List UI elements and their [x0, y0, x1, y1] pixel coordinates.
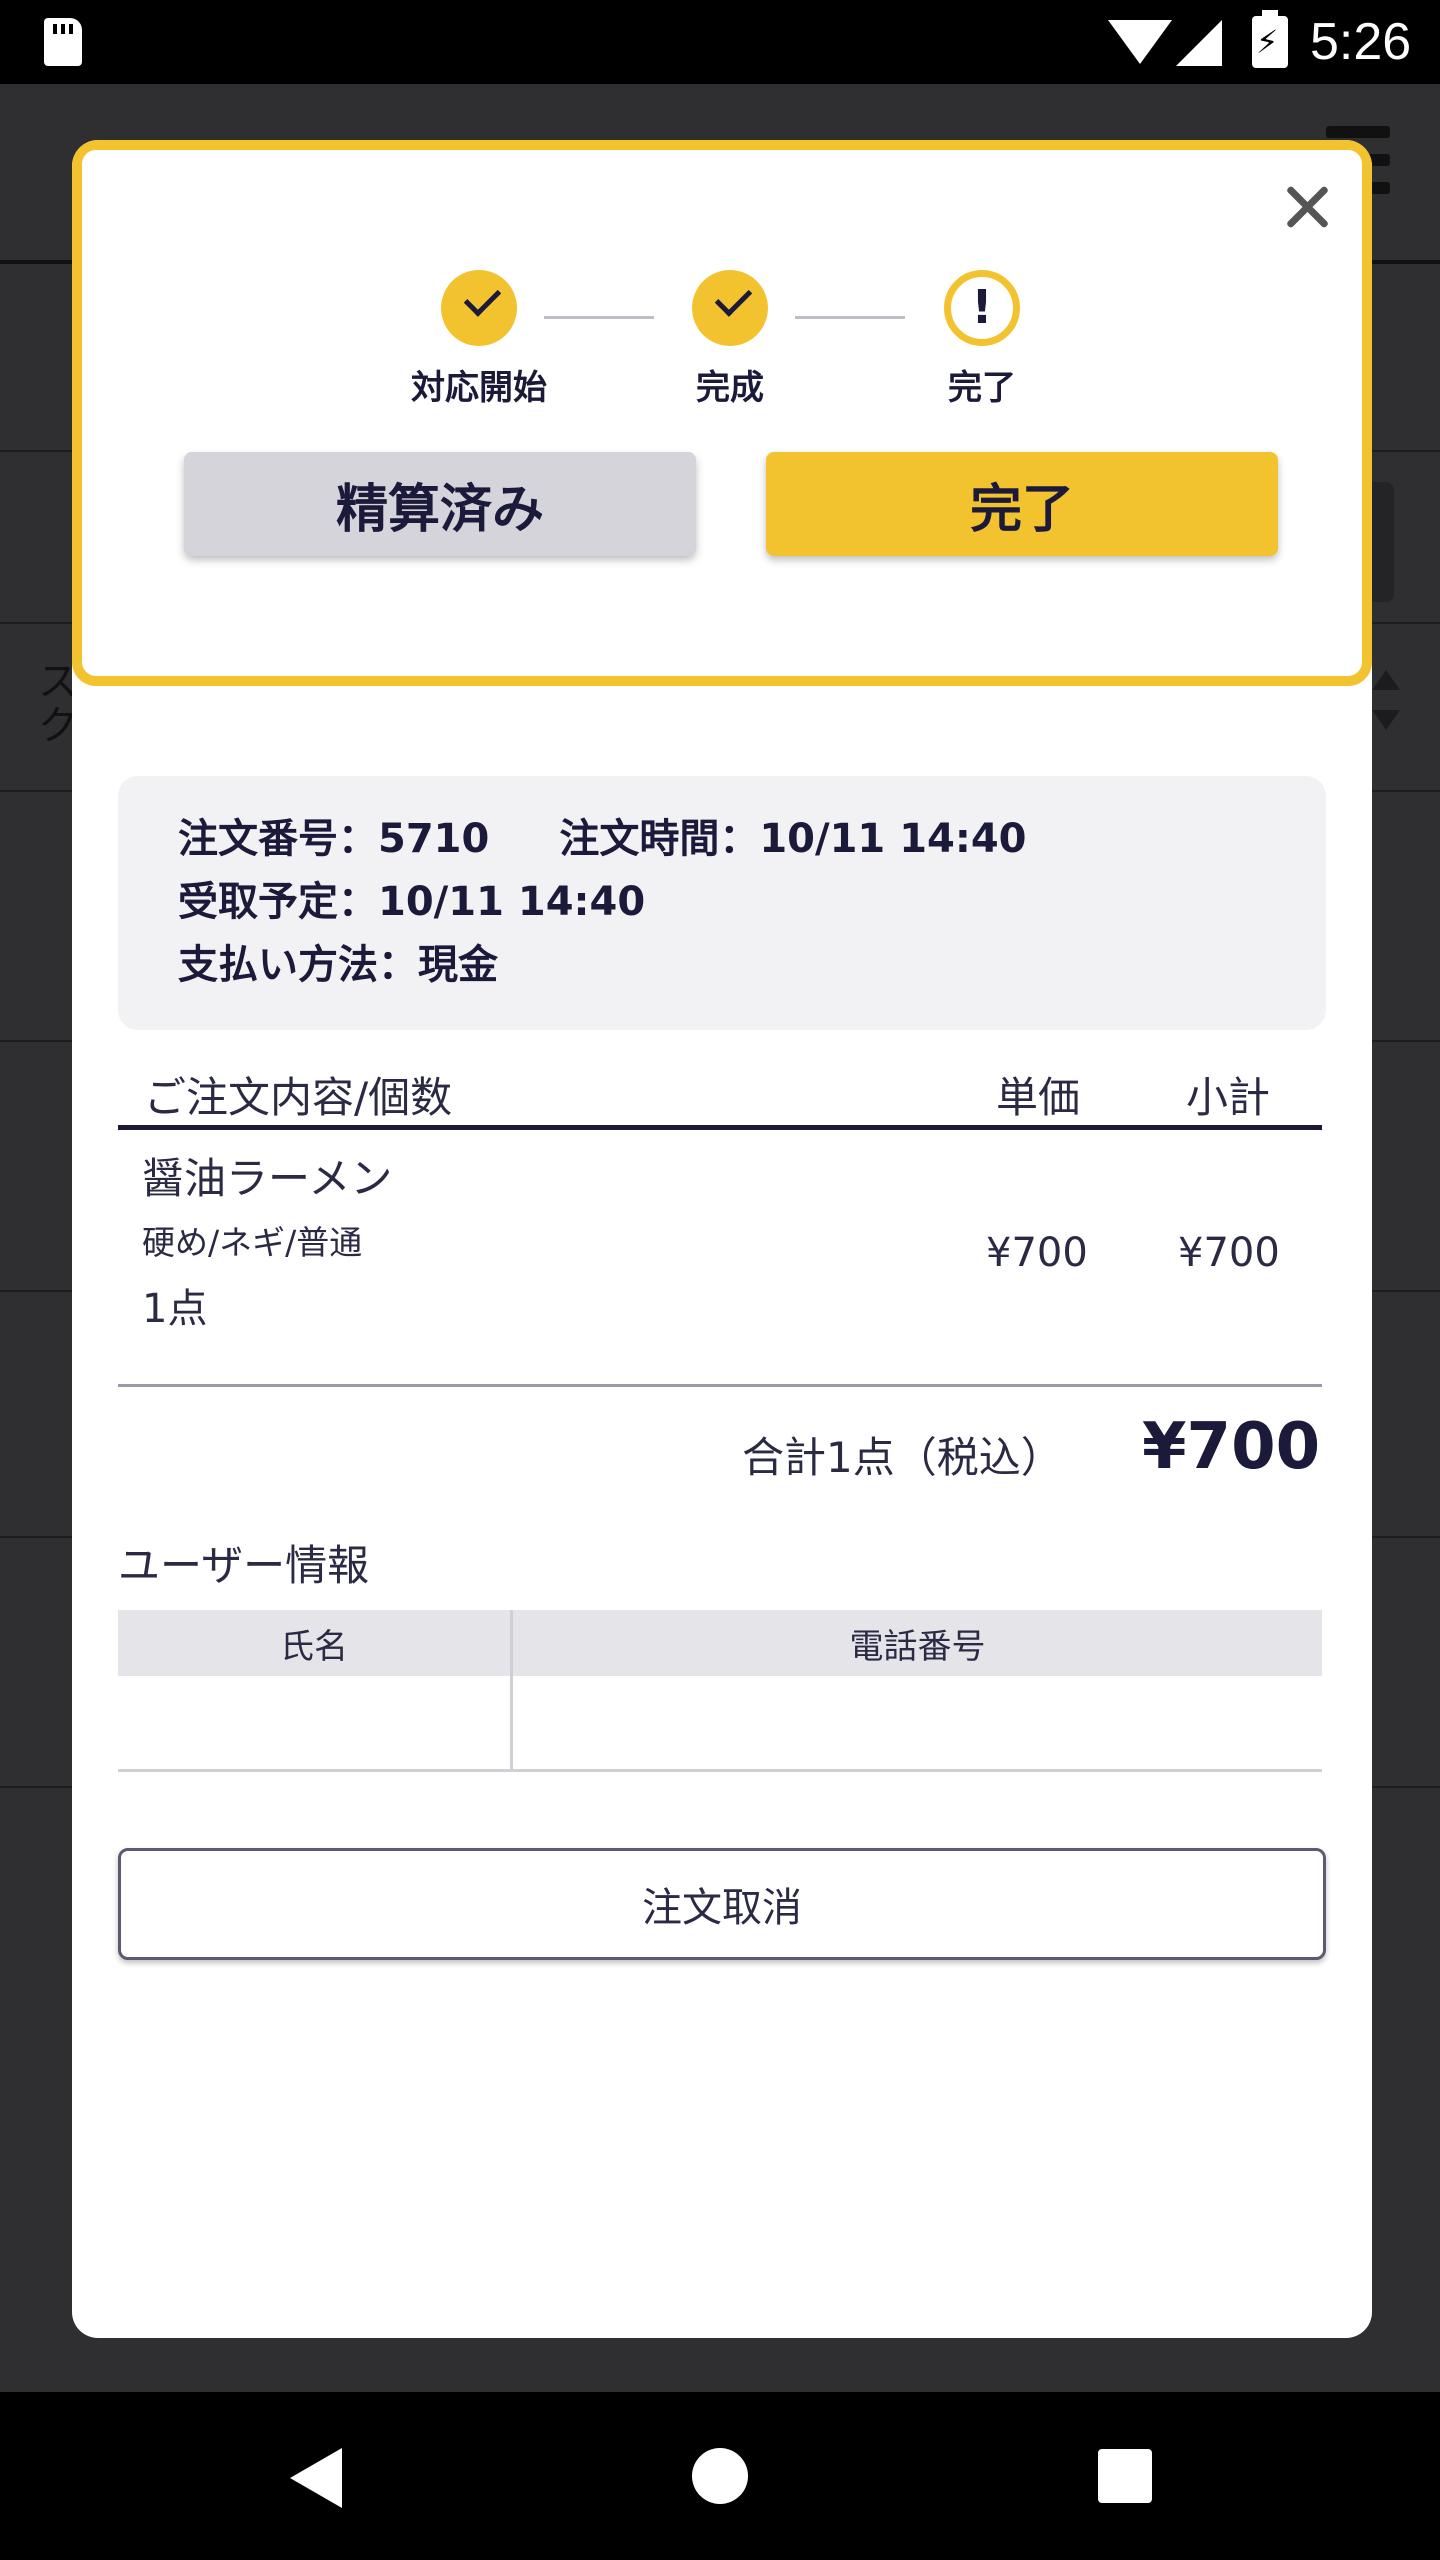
wifi-icon: [1108, 20, 1172, 64]
step-label: 完了: [948, 368, 1016, 408]
step-label: 対応開始: [411, 368, 547, 408]
order-number-line: 注文番号：5710 注文時間：10/11 14:40: [178, 816, 1027, 862]
user-phone-value: [513, 1676, 1322, 1769]
order-time: 10/11 14:40: [759, 816, 1027, 862]
step-made: 完成: [640, 270, 820, 409]
user-info-table: 氏名 電話番号: [118, 1610, 1322, 1772]
step-connector: [544, 316, 654, 319]
header-unit-price: 単価: [996, 1073, 1081, 1122]
step-started: 対応開始: [389, 270, 569, 409]
item-name: 醤油ラーメン: [142, 1154, 393, 1203]
header-subtotal: 小計: [1186, 1073, 1271, 1122]
item-unit-price: ¥700: [986, 1230, 1088, 1276]
sd-card-icon: [44, 18, 82, 66]
background-spinner-icon: [1366, 670, 1406, 736]
home-icon[interactable]: [692, 2448, 748, 2504]
item-options: 硬め/ネギ/普通: [142, 1223, 363, 1262]
item-subtotal: ¥700: [1178, 1230, 1280, 1276]
header-name: 氏名: [118, 1610, 510, 1676]
status-panel: 対応開始 完成 ! 完了 精算済み 完了: [72, 140, 1372, 686]
user-name-value: [118, 1676, 510, 1769]
close-icon[interactable]: [1278, 176, 1338, 236]
check-icon: [692, 270, 768, 346]
user-info-title: ユーザー情報: [118, 1541, 370, 1590]
complete-button[interactable]: 完了: [766, 452, 1278, 556]
payment-method: 現金: [418, 942, 498, 988]
total-label: 合計1点（税込）: [742, 1433, 1063, 1482]
cancel-order-button[interactable]: 注文取消: [118, 1848, 1326, 1960]
header-phone: 電話番号: [513, 1610, 1322, 1676]
step-finished: ! 完了: [892, 270, 1072, 409]
step-label: 完成: [696, 368, 764, 408]
battery-charging-icon: [1252, 10, 1288, 68]
pickup-time: 10/11 14:40: [378, 879, 646, 925]
table-divider: [118, 1384, 1322, 1387]
payment-line: 支払い方法：現金: [178, 942, 498, 988]
back-icon[interactable]: [290, 2448, 342, 2508]
header-content: ご注文内容/個数: [144, 1073, 453, 1122]
step-connector: [795, 316, 905, 319]
order-table-header: ご注文内容/個数 単価 小計: [118, 1050, 1322, 1130]
order-number: 5710: [378, 816, 490, 862]
item-quantity: 1点: [142, 1286, 208, 1332]
recent-apps-icon[interactable]: [1098, 2449, 1152, 2503]
status-time: 5:26: [1310, 13, 1412, 71]
signal-icon: [1176, 20, 1222, 66]
order-detail-modal: 対応開始 完成 ! 完了 精算済み 完了 注文番号：5710 注文時間：10/11…: [72, 140, 1372, 2338]
total-value: ¥700: [1142, 1410, 1321, 1484]
settled-button[interactable]: 精算済み: [184, 452, 696, 556]
check-icon: [441, 270, 517, 346]
pickup-line: 受取予定：10/11 14:40: [178, 879, 646, 925]
exclamation-icon: !: [944, 270, 1020, 346]
order-info-box: 注文番号：5710 注文時間：10/11 14:40 受取予定：10/11 14:…: [118, 776, 1326, 1030]
status-bar: 5:26: [0, 0, 1440, 84]
